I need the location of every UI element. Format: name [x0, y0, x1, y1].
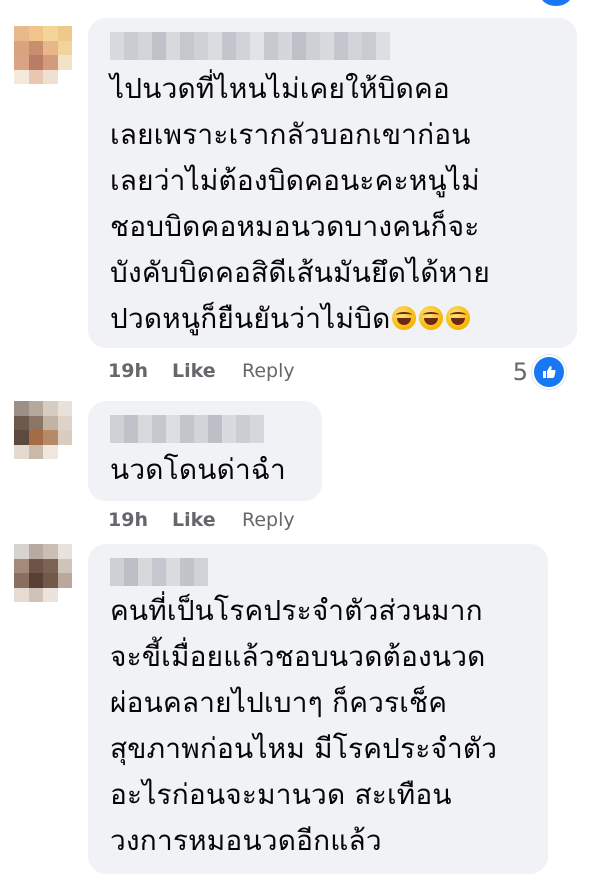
avatar[interactable]	[14, 544, 72, 602]
comment-bubble: นวดโดนด่าฉำ	[88, 401, 322, 501]
timestamp[interactable]: 19h	[108, 360, 172, 382]
comment-bubble: ไปนวดที่ไหนไม่เคยให้บิดคอ เลยเพราะเรากลั…	[88, 18, 577, 348]
comment-actions: 19h Like Reply	[108, 509, 295, 531]
like-link[interactable]: Like	[172, 509, 242, 531]
like-icon	[532, 355, 566, 389]
like-link[interactable]: Like	[172, 360, 242, 382]
comment-actions: 19h Like Reply	[108, 360, 295, 382]
comment-text: คนที่เป็นโรคประจำตัวส่วนมาก จะขี้เมื่อยแ…	[110, 594, 498, 857]
avatar[interactable]	[14, 401, 72, 459]
comment-bubble: คนที่เป็นโรคประจำตัวส่วนมาก จะขี้เมื่อยแ…	[88, 544, 548, 874]
comment-text: นวดโดนด่าฉำ	[110, 453, 286, 486]
rolling-on-floor-laughing-emoji	[392, 306, 471, 330]
author-name-blurred[interactable]	[110, 415, 264, 443]
reaction-count[interactable]: 5	[513, 355, 566, 389]
comment-2: นวดโดนด่าฉำ 19h Like Reply	[0, 395, 600, 545]
avatar[interactable]	[14, 26, 72, 84]
reply-link[interactable]: Reply	[242, 360, 295, 382]
comment-3: คนที่เป็นโรคประจำตัวส่วนมาก จะขี้เมื่อยแ…	[0, 540, 600, 874]
author-name-blurred[interactable]	[110, 558, 208, 586]
comment-1: ไปนวดที่ไหนไม่เคยให้บิดคอ เลยเพราะเรากลั…	[0, 0, 600, 400]
comment-text: ไปนวดที่ไหนไม่เคยให้บิดคอ เลยเพราะเรากลั…	[110, 72, 490, 335]
reply-link[interactable]: Reply	[242, 509, 295, 531]
author-name-blurred[interactable]	[110, 32, 394, 60]
timestamp[interactable]: 19h	[108, 509, 172, 531]
reaction-count-number: 5	[512, 358, 528, 386]
